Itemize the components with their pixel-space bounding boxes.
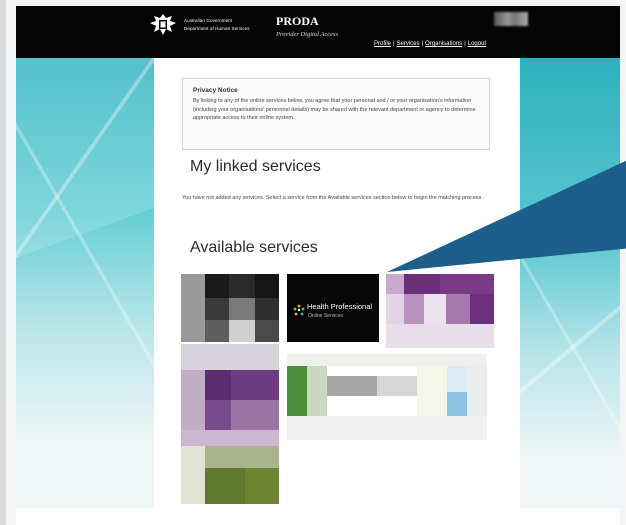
nav-link-organisations[interactable]: Organisations	[425, 41, 462, 47]
nav-link-services[interactable]: Services	[397, 41, 420, 47]
hpos-title: Health Professional	[307, 302, 373, 311]
department-name: Department of Human Services	[184, 26, 250, 31]
commonwealth-crest-icon	[150, 14, 176, 35]
screenshot-frame: Australian Government Department of Huma…	[0, 0, 626, 525]
privacy-notice-title: Privacy Notice	[193, 87, 238, 94]
hpos-dots-icon	[293, 304, 305, 316]
decorative-background-left	[16, 58, 154, 508]
nav-separator: |	[393, 41, 395, 47]
top-navigation: Profile | Services | Organisations | Logout	[374, 41, 486, 47]
service-tile-blurred[interactable]	[181, 344, 279, 504]
available-services-heading: Available services	[190, 239, 318, 256]
user-name-blurred	[494, 12, 528, 26]
service-tile-blurred[interactable]	[287, 354, 487, 440]
nav-link-logout[interactable]: Logout	[468, 41, 486, 47]
linked-services-message: You have not added any services. Select …	[182, 195, 483, 201]
privacy-notice-text: By linking to any of the online services…	[193, 98, 476, 121]
service-tile-hpos[interactable]: Health Professional Online Services	[287, 274, 379, 342]
nav-link-profile[interactable]: Profile	[374, 41, 391, 47]
main-content: Privacy Notice By linking to any of the …	[154, 58, 520, 518]
service-tile-blurred[interactable]	[386, 274, 494, 348]
linked-services-heading: My linked services	[190, 158, 321, 175]
nav-separator: |	[421, 41, 424, 47]
nav-separator: |	[464, 41, 466, 47]
page-bottom	[16, 508, 620, 525]
hpos-subtitle: Online Services	[308, 313, 344, 319]
app-title: PRODA	[276, 14, 319, 28]
service-tile-blurred[interactable]	[181, 274, 279, 342]
decorative-background-right	[520, 58, 620, 508]
app-subtitle: Provider Digital Access	[276, 31, 339, 38]
gov-name: Australian Government	[184, 18, 233, 23]
privacy-notice: Privacy Notice By linking to any of the …	[182, 78, 490, 150]
